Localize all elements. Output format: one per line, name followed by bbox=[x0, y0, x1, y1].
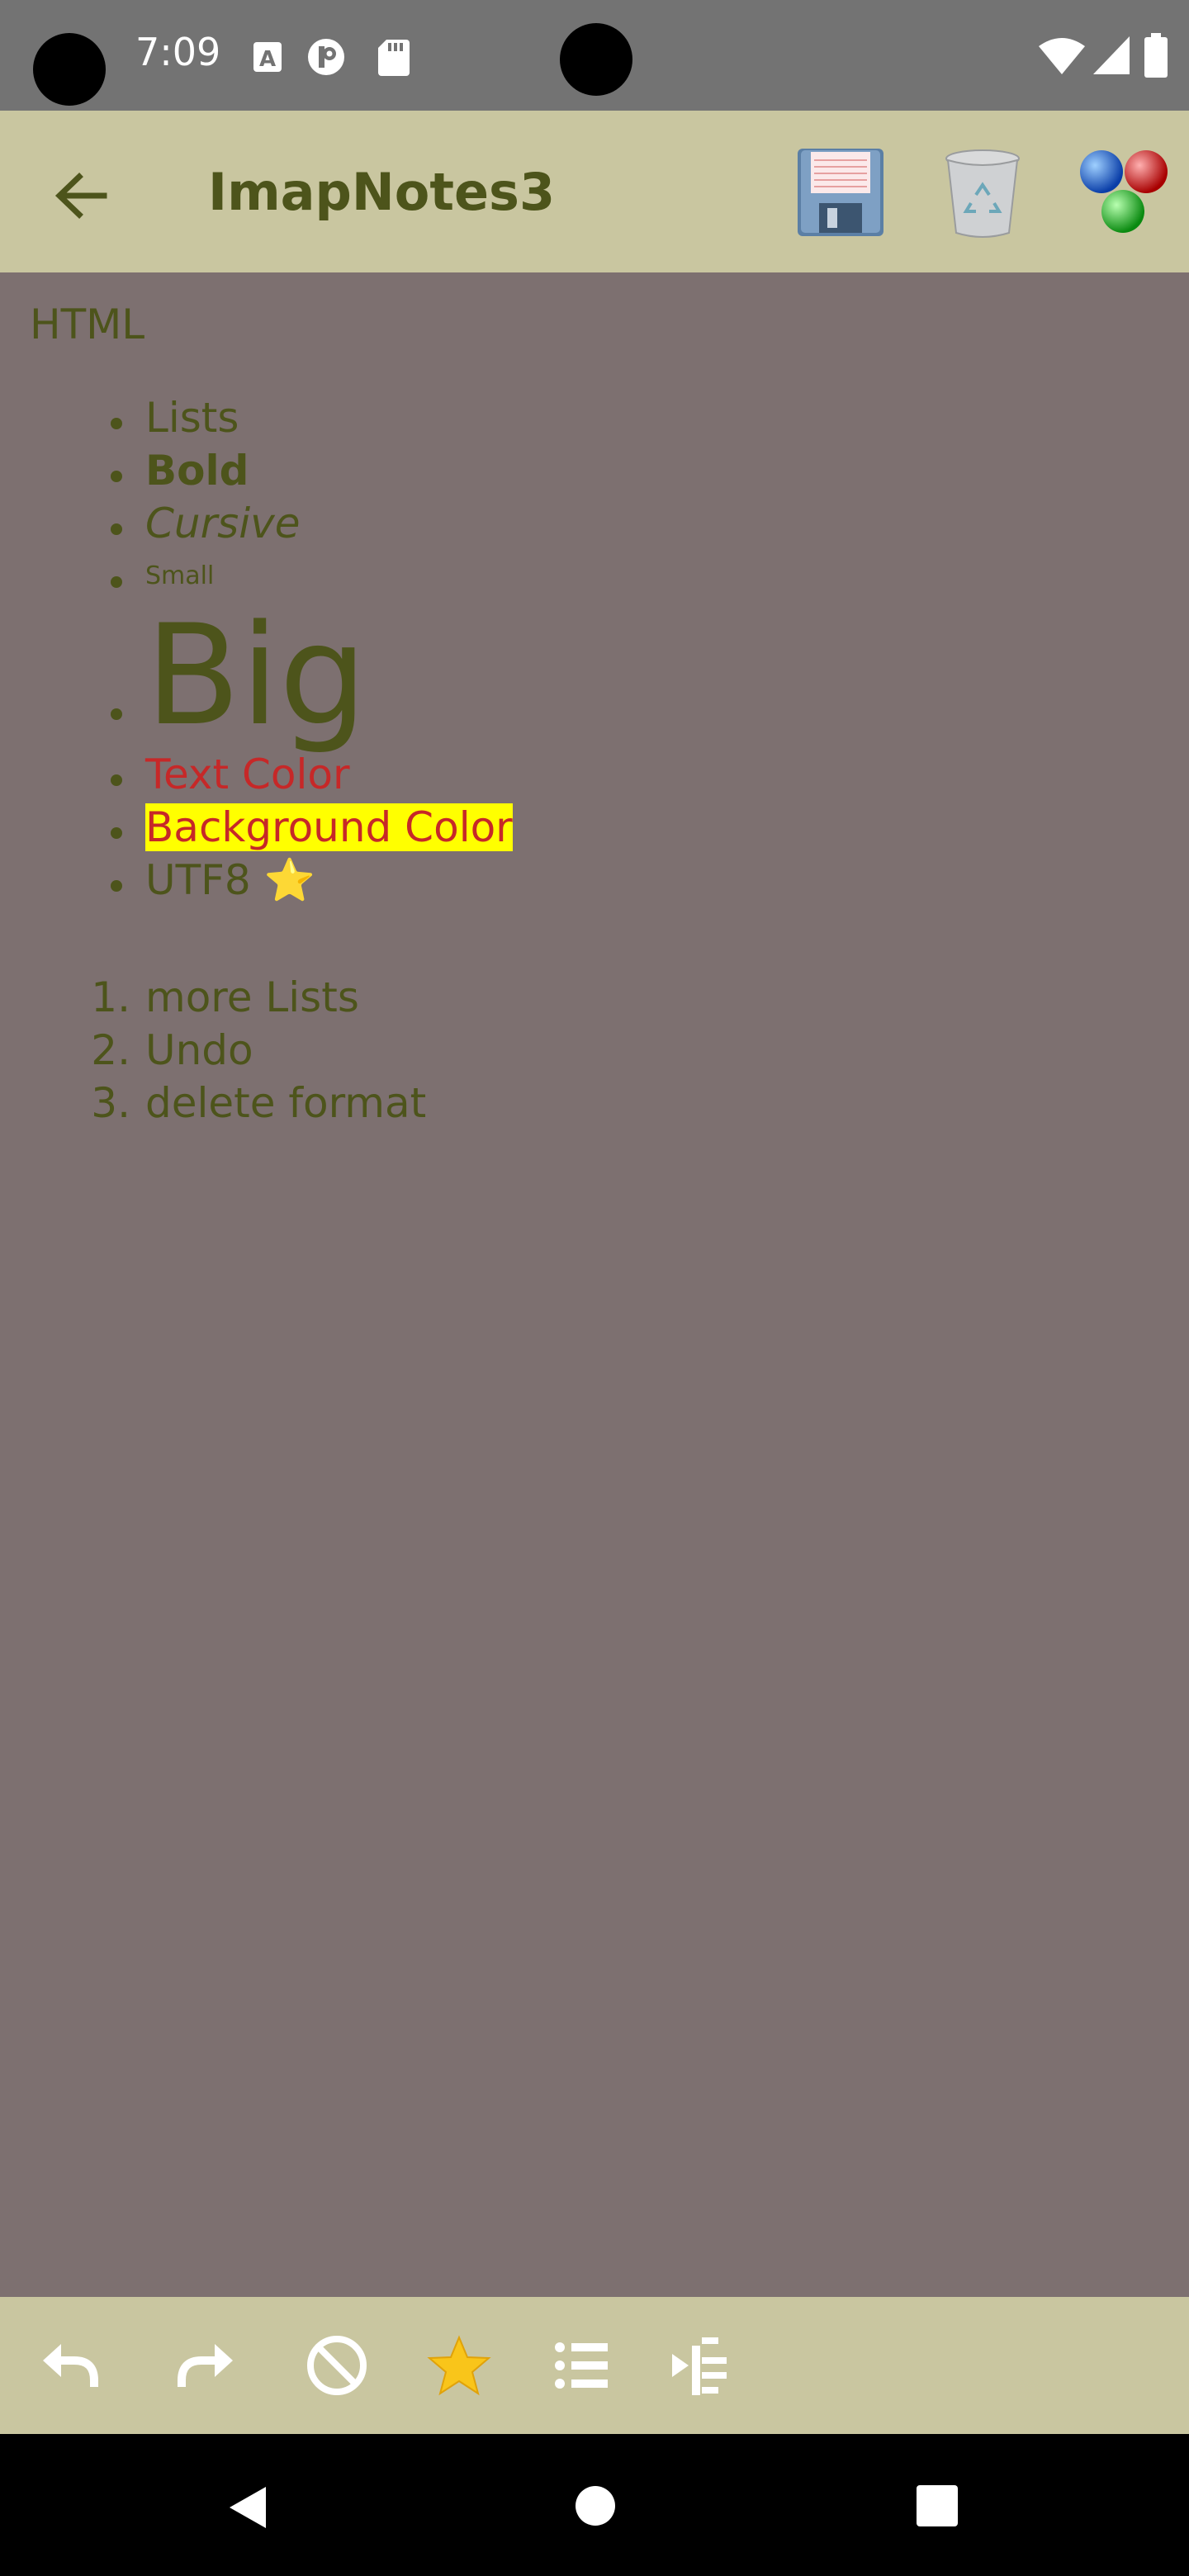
list-item-text: more Lists bbox=[145, 973, 359, 1021]
keyboard-a-icon: A bbox=[253, 42, 282, 72]
list-item: Background Color bbox=[50, 801, 513, 854]
camera-cutout-center bbox=[560, 23, 632, 96]
list-item-text: Undo bbox=[145, 1026, 253, 1074]
list-item: 2. Undo bbox=[50, 1024, 426, 1077]
list-item-text: Background Color bbox=[145, 803, 513, 851]
bullet-list: Lists Bold Cursive Small Big Text Color … bbox=[50, 391, 513, 907]
status-time: 7:09 bbox=[135, 30, 221, 74]
nav-recents-icon[interactable] bbox=[915, 2484, 959, 2528]
star-icon[interactable] bbox=[426, 2332, 492, 2398]
svg-text:A: A bbox=[259, 47, 276, 72]
list-item-text: delete format bbox=[145, 1079, 427, 1127]
list-item-text: Bold bbox=[145, 447, 249, 495]
list-number: 3. bbox=[91, 1079, 130, 1127]
list-item-text: Big bbox=[145, 594, 367, 756]
list-item-text: UTF8 bbox=[145, 856, 251, 904]
numbered-list: 1. more Lists 2. Undo 3. delete format bbox=[50, 971, 426, 1129]
list-item: Cursive bbox=[50, 497, 513, 550]
list-item: 1. more Lists bbox=[50, 971, 426, 1024]
list-item-text: Text Color bbox=[145, 751, 350, 798]
battery-icon bbox=[1144, 33, 1168, 78]
wifi-icon bbox=[1039, 38, 1085, 74]
app-title: ImapNotes3 bbox=[208, 162, 556, 222]
star-emoji-icon: ⭐ bbox=[263, 856, 315, 904]
list-item-text: Small bbox=[145, 561, 215, 590]
nav-home-icon[interactable] bbox=[573, 2484, 618, 2528]
list-number: 2. bbox=[91, 1026, 130, 1074]
list-item: 3. delete format bbox=[50, 1077, 426, 1129]
undo-icon[interactable] bbox=[36, 2332, 102, 2398]
note-heading: HTML bbox=[30, 301, 145, 348]
status-bar: 7:09 A bbox=[0, 0, 1189, 111]
trash-icon[interactable] bbox=[933, 142, 1032, 241]
save-icon[interactable] bbox=[791, 142, 890, 241]
list-item: Text Color bbox=[50, 748, 513, 801]
back-arrow-icon[interactable] bbox=[46, 160, 117, 231]
redo-icon[interactable] bbox=[173, 2332, 239, 2398]
navigation-bar bbox=[0, 2434, 1189, 2576]
list-item-text: Lists bbox=[145, 394, 239, 442]
app-bar: ImapNotes3 bbox=[0, 111, 1189, 272]
cell-signal-icon bbox=[1093, 36, 1130, 74]
list-item: Lists bbox=[50, 391, 513, 444]
app-notification-icon bbox=[308, 39, 344, 75]
sd-card-icon bbox=[378, 40, 410, 76]
list-item-text: Cursive bbox=[145, 500, 301, 547]
nav-back-icon[interactable] bbox=[225, 2484, 269, 2531]
indent-icon[interactable] bbox=[669, 2332, 735, 2398]
note-editor[interactable]: HTML Lists Bold Cursive Small Big Text C… bbox=[0, 272, 1189, 2297]
list-item: UTF8 ⭐ bbox=[50, 854, 513, 907]
color-picker-icon[interactable] bbox=[1075, 142, 1174, 241]
format-toolbar bbox=[0, 2297, 1189, 2434]
list-item: Big bbox=[50, 603, 513, 748]
bullet-list-icon[interactable] bbox=[548, 2332, 614, 2398]
list-item: Bold bbox=[50, 444, 513, 497]
camera-cutout-left bbox=[33, 33, 106, 106]
list-number: 1. bbox=[91, 973, 130, 1021]
clear-format-icon[interactable] bbox=[304, 2332, 370, 2398]
